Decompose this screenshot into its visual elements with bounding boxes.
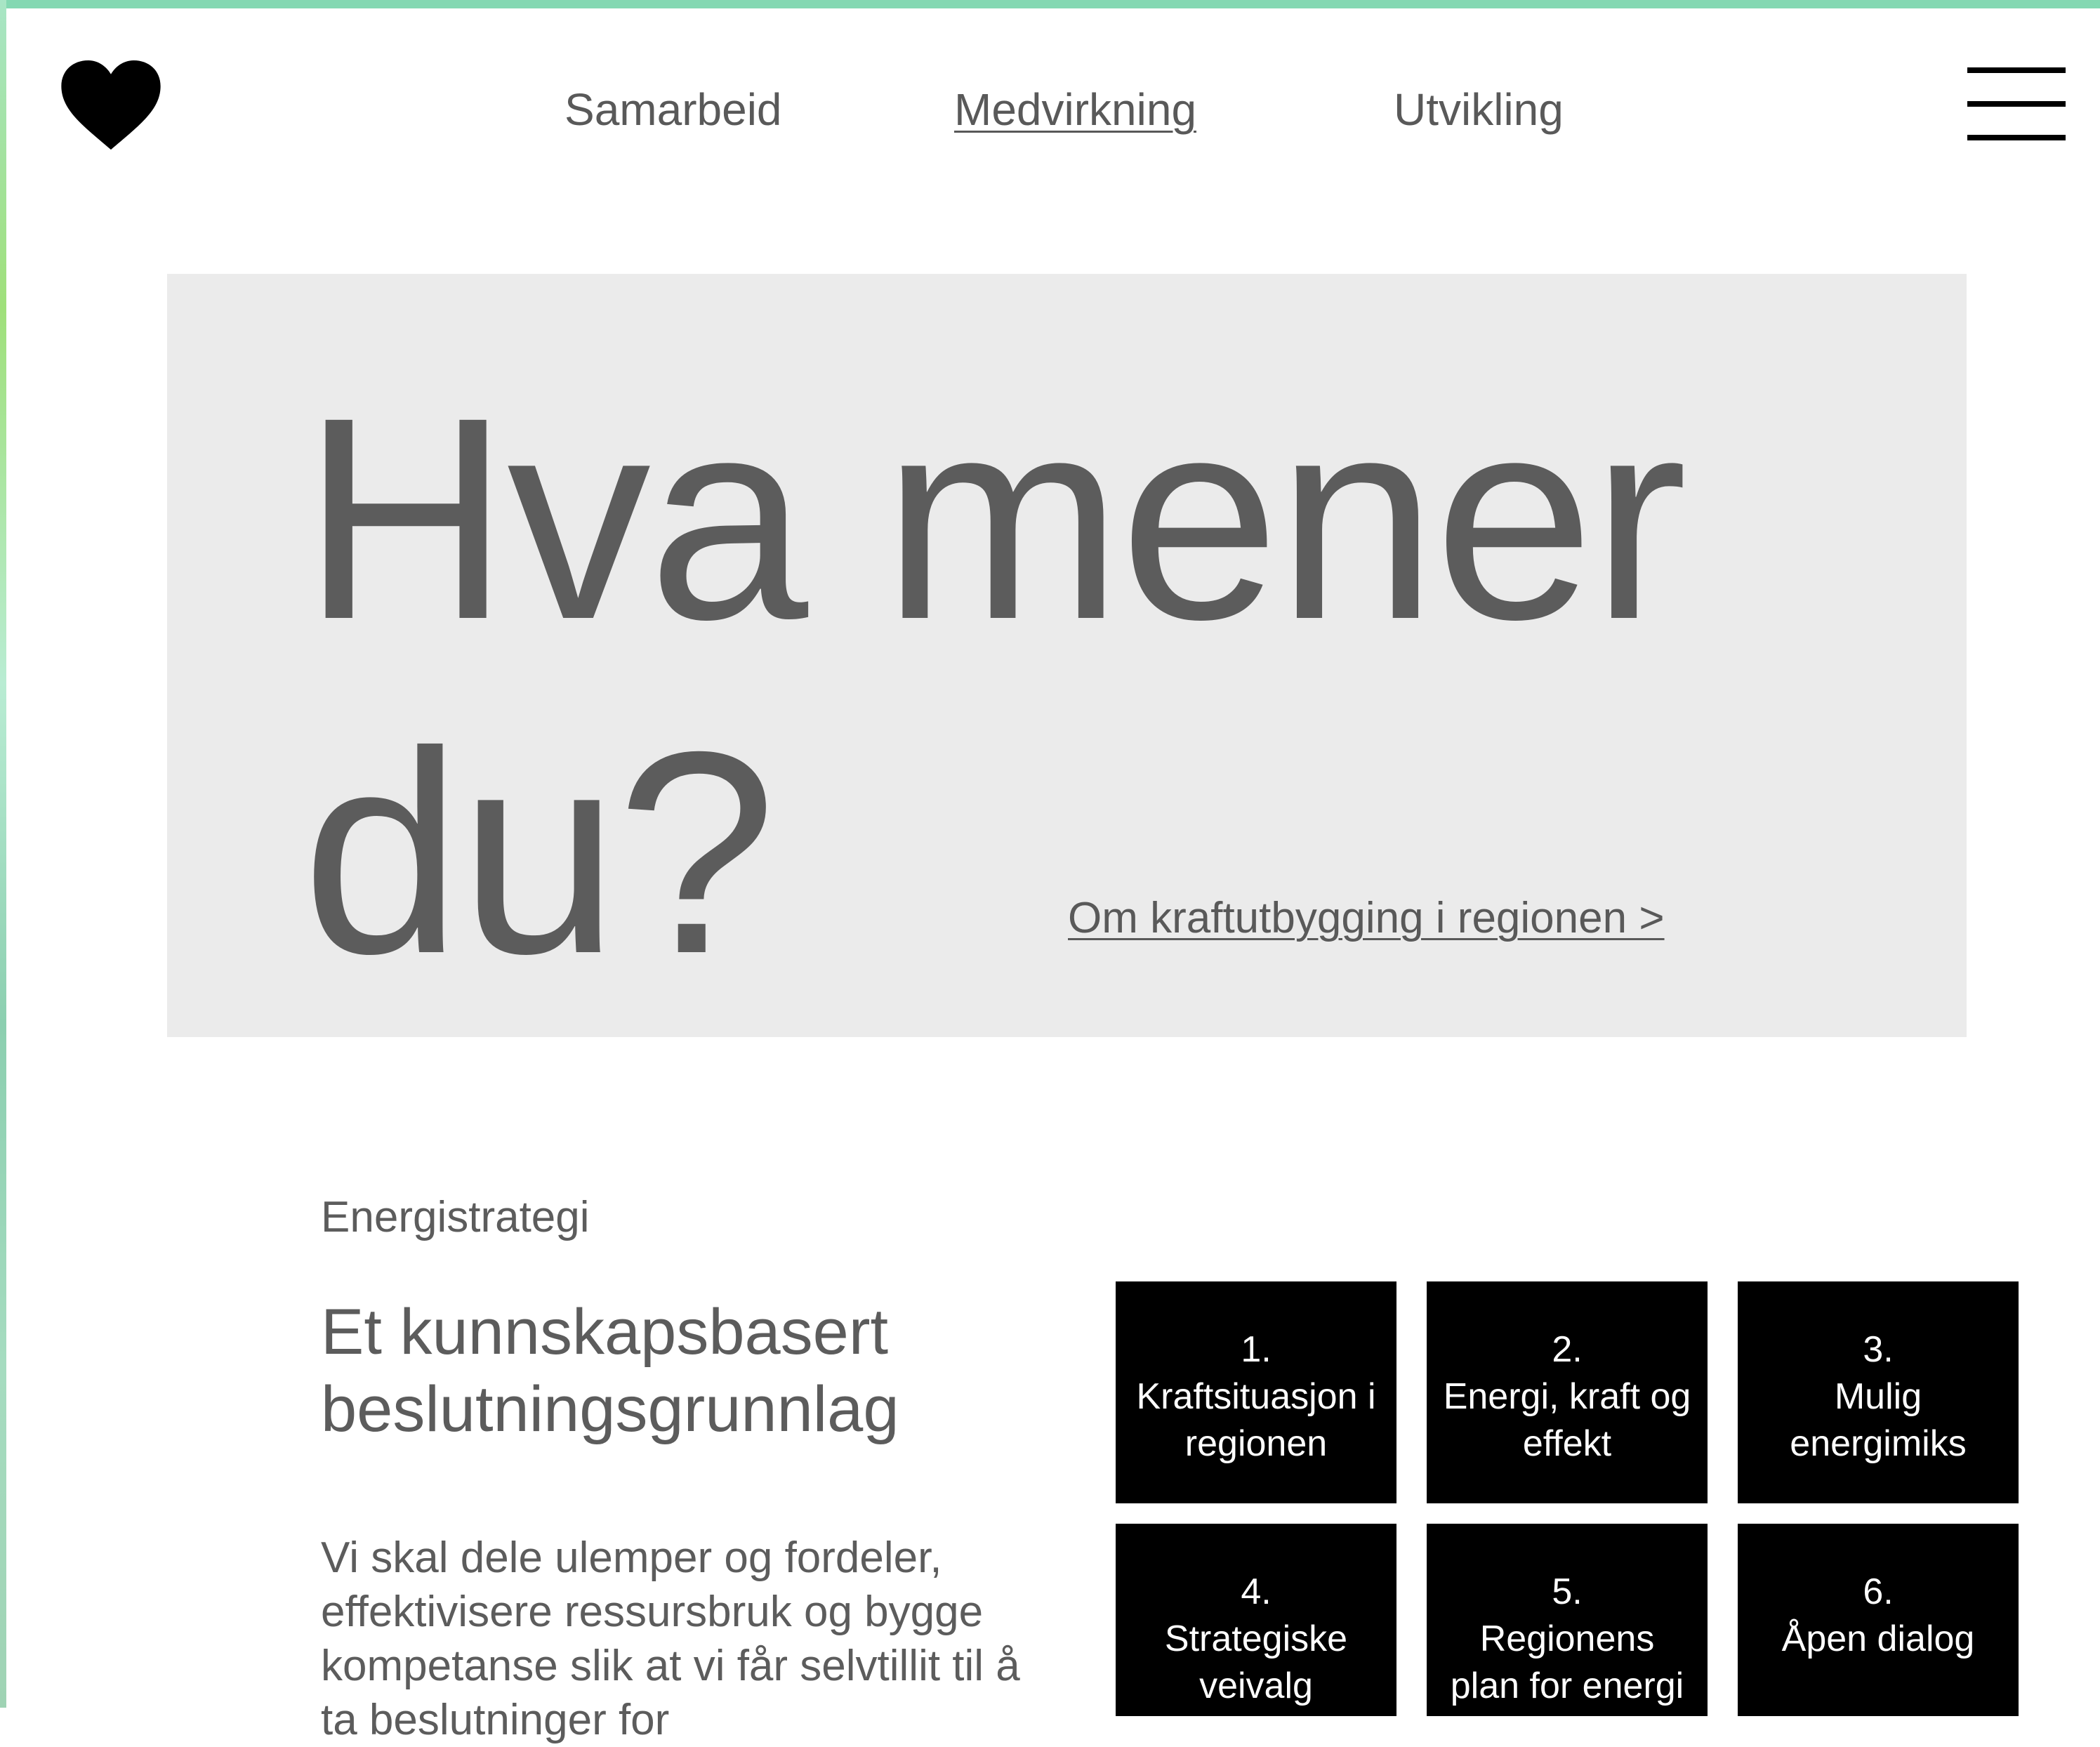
- left-edge-strip: [0, 0, 6, 1708]
- tile-number: 4.: [1241, 1571, 1272, 1612]
- section-eyebrow: Energistrategi: [321, 1193, 590, 1241]
- top-accent-strip: [0, 0, 2100, 8]
- tile-label: Regionens plan for energi: [1450, 1619, 1684, 1706]
- menu-bar: [1967, 67, 2066, 73]
- tile-label: Åpen dialog: [1781, 1619, 1975, 1659]
- tile-mulig-energimiks[interactable]: 3. Mulig energimiks: [1738, 1281, 2019, 1503]
- tile-label: Energi, kraft og effekt: [1443, 1376, 1691, 1464]
- hero-banner: Hva mener du? Om kraftutbygging i region…: [167, 274, 1967, 1037]
- heart-logo-icon[interactable]: [61, 60, 161, 152]
- page: Samarbeid Medvirkning Utvikling Hva mene…: [6, 8, 2100, 1744]
- section-body-text: Vi skal dele ulemper og fordeler, effekt…: [321, 1534, 1020, 1744]
- tile-number: 2.: [1552, 1329, 1583, 1370]
- menu-bar: [1967, 101, 2066, 107]
- tile-label: Mulig energimiks: [1790, 1376, 1967, 1464]
- menu-bar: [1967, 135, 2066, 140]
- tile-energi-kraft-effekt[interactable]: 2. Energi, kraft og effekt: [1427, 1281, 1708, 1503]
- hero-link-kraftutbygging[interactable]: Om kraftutbygging i regionen >: [1068, 892, 1665, 945]
- nav-link-utvikling[interactable]: Utvikling: [1394, 83, 1564, 136]
- tile-label: Kraftsituasjon i regionen: [1136, 1376, 1376, 1464]
- nav-link-medvirkning[interactable]: Medvirkning: [954, 83, 1196, 136]
- nav-link-samarbeid[interactable]: Samarbeid: [564, 83, 782, 136]
- tile-regionens-plan[interactable]: 5. Regionens plan for energi: [1427, 1524, 1708, 1716]
- hamburger-menu-icon[interactable]: [1967, 58, 2066, 152]
- tile-apen-dialog[interactable]: 6. Åpen dialog: [1738, 1524, 2019, 1716]
- tile-number: 3.: [1863, 1329, 1894, 1370]
- tile-number: 1.: [1241, 1329, 1272, 1370]
- heart-icon: [61, 60, 161, 150]
- tile-number: 6.: [1863, 1571, 1894, 1612]
- tile-strategiske-veivalg[interactable]: 4. Strategiske veivalg: [1116, 1524, 1396, 1716]
- section-title: Et kunnskapsbasert beslutningsgrunnlag: [321, 1296, 899, 1445]
- tile-label: Strategiske veivalg: [1164, 1619, 1348, 1706]
- tile-kraftsituasjon[interactable]: 1. Kraftsituasjon i regionen: [1116, 1281, 1396, 1503]
- tile-number: 5.: [1552, 1571, 1583, 1612]
